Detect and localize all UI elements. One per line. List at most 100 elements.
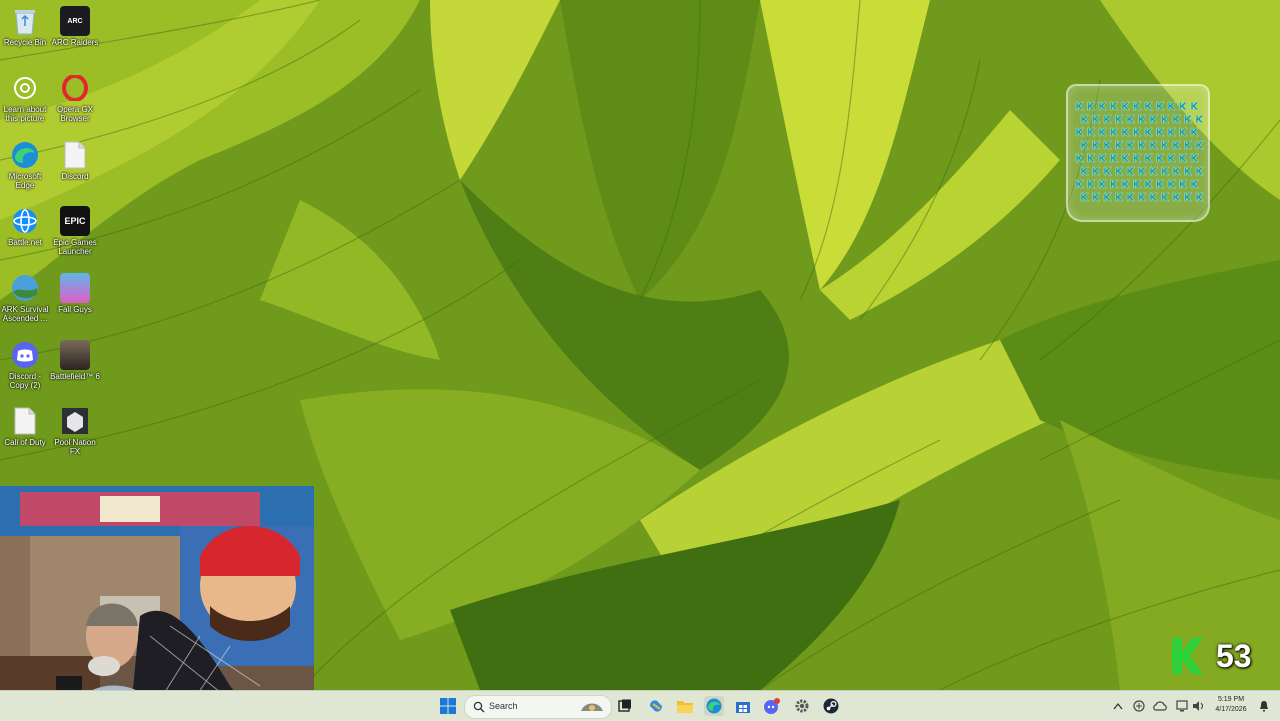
jar-item [1110,101,1119,111]
jar-item [1184,140,1193,150]
jar-item [1092,166,1101,176]
file-explorer-button[interactable] [675,696,695,716]
jar-item [1144,127,1154,137]
jar-item [1126,140,1136,150]
desktop-icon-pool-nation[interactable]: Pool Nation FX [50,400,100,456]
jar-item [1167,179,1177,189]
jar-item [1138,114,1147,124]
jar-item [1092,192,1101,202]
desktop-icon-discord-copy[interactable]: Discord - Copy (2) [0,334,50,390]
jar-item [1156,101,1165,111]
jar-item [1133,153,1142,163]
jar-item [1075,153,1085,163]
desktop-icon-label: Battlefield™ 6 [50,372,100,381]
jar-item [1156,127,1165,137]
jar-item [1149,114,1159,124]
jar-item [1172,166,1182,176]
file-icon [10,406,40,436]
jar-item [1167,127,1177,137]
display-icon[interactable] [1176,700,1188,712]
taskbar: Search 5:19 PM 4/17/2026 [0,690,1280,721]
steam-icon [823,698,839,714]
settings-button[interactable] [792,696,812,716]
jar-item [1149,166,1159,176]
jar-item [1103,192,1113,202]
jar-item [1092,140,1101,150]
jar-item [1110,127,1119,137]
jar-item [1087,153,1096,163]
desktop-icon-label: ARC Raiders [51,38,99,47]
discord-taskbar-button[interactable] [762,696,782,716]
jar-item [1110,179,1119,189]
desktop-icon-learn-about-picture[interactable]: Learn about this picture [0,67,50,123]
jar-item [1161,114,1170,124]
desktop-icon-opera-gx[interactable]: Opera GX Browser [50,67,100,123]
jar-item [1126,114,1136,124]
desktop-icon-fall-guys[interactable]: Fall Guys [50,267,100,314]
jar-item [1179,127,1188,137]
desktop-icon-label: Battle.net [8,238,42,247]
jar-item [1156,153,1165,163]
jar-item [1138,140,1147,150]
desktop-icon-call-of-duty[interactable]: Call of Duty [0,400,50,447]
jar-item [1087,101,1096,111]
desktop-icon-label: Fall Guys [58,305,92,314]
jar-item [1144,179,1154,189]
jar-item [1098,101,1108,111]
desktop-icon-recycle-bin[interactable]: Recycle Bin [0,0,50,47]
search-placeholder: Search [489,701,518,711]
jar-item [1179,153,1188,163]
cloud-sync-icon[interactable] [1153,700,1167,712]
epic-games-icon: EPIC [60,206,90,236]
edge-icon [706,698,722,714]
clock-date: 4/17/2026 [1215,706,1247,713]
desktop-icon-epic-games[interactable]: EPIC Epic Games Launcher [50,200,100,256]
jar-item [1172,192,1182,202]
jar-item [1103,114,1113,124]
jar-item [1172,114,1182,124]
edge-taskbar-button[interactable] [704,696,724,716]
jar-item [1195,114,1204,124]
webcam-feed [0,486,314,720]
k-count: 53 [1216,638,1252,674]
taskbar-search[interactable]: Search [464,695,612,719]
jar-item [1075,101,1085,111]
jar-item [1179,179,1188,189]
store-button[interactable] [733,696,753,716]
jar-item [1121,127,1131,137]
jar-item [1121,153,1131,163]
jar-item [1115,114,1124,124]
desktop-icon-ark[interactable]: ARK Survival Ascended ... [0,267,50,323]
desktop-icon-arc-raiders[interactable]: ARC ARC Raiders [50,0,100,47]
jar-item [1167,101,1177,111]
jar-item [1172,140,1182,150]
desktop-icon-discord-file[interactable]: Discord [50,134,100,181]
discord-icon [764,698,780,714]
jar-item [1149,140,1159,150]
desktop-icon-microsoft-edge[interactable]: Microsoft Edge [0,134,50,190]
jar-item [1184,166,1193,176]
copilot-button[interactable] [646,696,666,716]
steam-button[interactable] [821,696,841,716]
search-icon [473,701,485,713]
volume-icon[interactable] [1192,700,1204,712]
jar-item [1115,192,1124,202]
network-status-icon[interactable] [1133,700,1145,712]
pool-nation-icon [60,406,90,436]
desktop-icon-battlefield-6[interactable]: Battlefield™ 6 [50,334,100,381]
task-view-button[interactable] [615,696,635,716]
desktop-icon-battlenet[interactable]: Battle.net [0,200,50,247]
jar-item [1190,127,1200,137]
jar-item [1167,153,1177,163]
jar-item [1075,179,1085,189]
search-highlight-icon [581,703,603,711]
folder-icon [677,701,693,713]
notification-bell-icon[interactable] [1258,700,1270,712]
jar-item [1161,166,1170,176]
edge-icon [10,140,40,170]
start-button[interactable] [438,696,458,716]
desktop-icon-label: Discord [61,172,89,181]
system-clock[interactable]: 5:19 PM 4/17/2026 [1209,695,1253,715]
chevron-up-icon[interactable] [1113,702,1123,710]
desktop-icon-label: Epic Games Launcher [53,238,97,256]
